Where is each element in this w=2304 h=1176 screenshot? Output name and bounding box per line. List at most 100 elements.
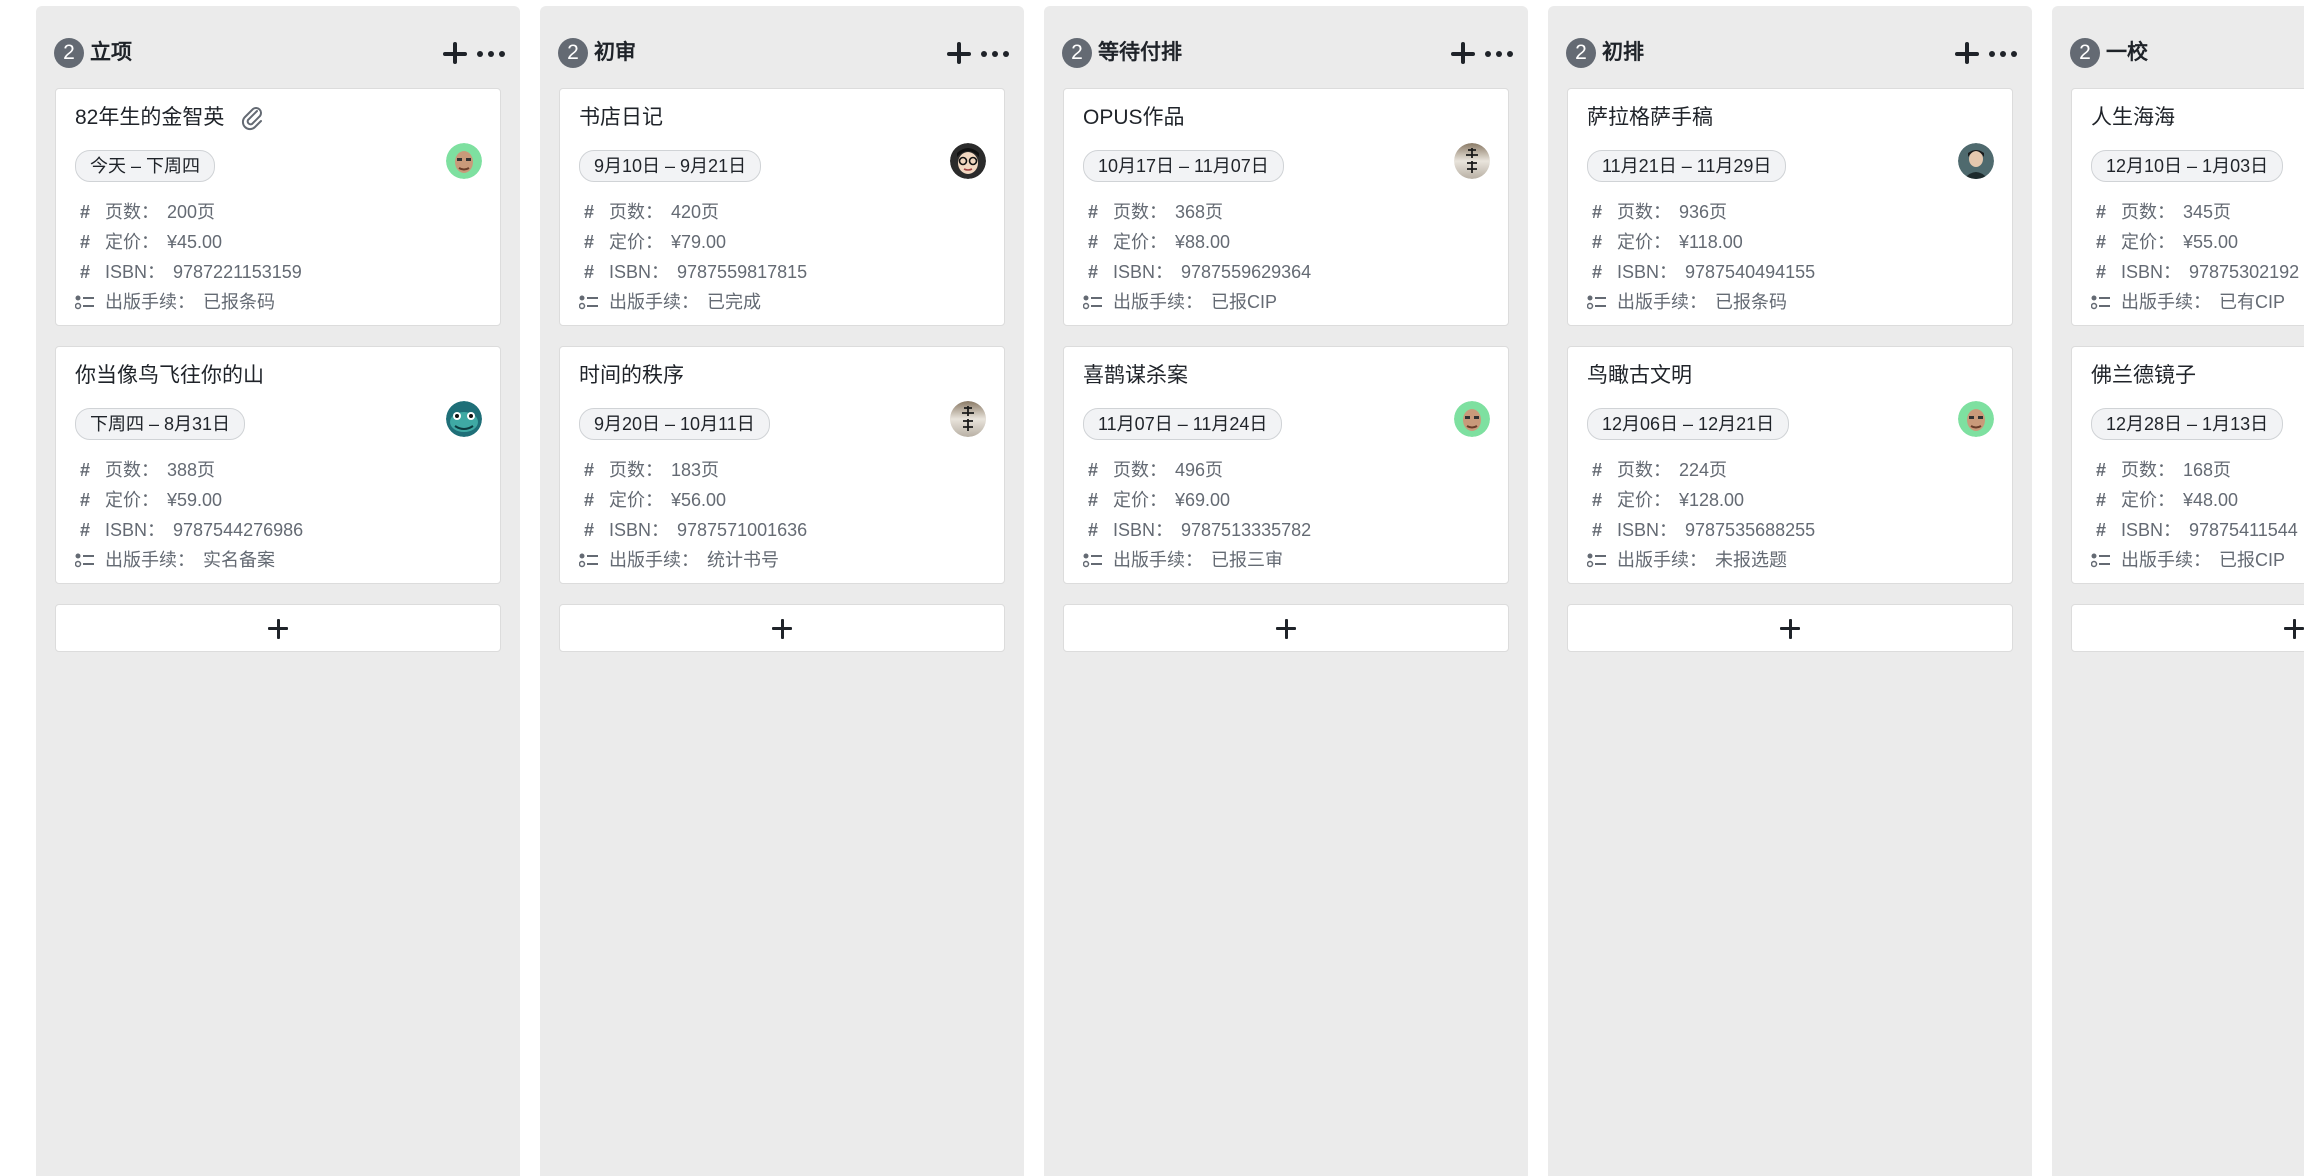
avatar[interactable] [446, 143, 482, 179]
add-card-icon[interactable] [944, 36, 974, 70]
book-card[interactable]: 佛兰德镜子 12月28日 – 1月13日 # 页数： 168页 # 定价： ¥48.00… [2071, 346, 2304, 584]
field-isbn: # ISBN： 9787513335782 [1083, 515, 1311, 545]
avatar[interactable] [1454, 401, 1490, 437]
avatar-teal-creature-icon [446, 401, 482, 437]
add-card-button[interactable] [1063, 604, 1509, 652]
field-pages: # 页数： 496页 [1083, 455, 1223, 485]
add-card-button[interactable] [1567, 604, 2013, 652]
field-value: 388页 [167, 460, 216, 480]
more-options-icon[interactable] [1988, 36, 2018, 70]
number-icon: # [2095, 490, 2106, 510]
more-options-icon[interactable] [980, 36, 1010, 70]
column-count-badge: 2 [54, 38, 84, 68]
book-card[interactable]: 人生海海 12月10日 – 1月03日 # 页数： 345页 # 定价： ¥55.00 … [2071, 88, 2304, 326]
field-value: ¥59.00 [167, 490, 223, 510]
number-icon: # [1087, 232, 1098, 252]
field-value: ¥88.00 [1175, 232, 1231, 252]
add-card-icon[interactable] [1448, 36, 1478, 70]
field-isbn: # ISBN： 97875302192 [2091, 257, 2299, 287]
field-value: 345页 [2183, 202, 2232, 222]
field-isbn: # ISBN： 9787540494155 [1587, 257, 1815, 287]
field-value: 9787559817815 [677, 262, 808, 282]
field-isbn: # ISBN： 9787559629364 [1083, 257, 1311, 287]
column-header: 2 初审 [558, 34, 1010, 70]
column-header: 2 初排 [1566, 34, 2018, 70]
column-lixiang: 2 立项 82年生的金智英 今天 – 下周四 # 页数： 200页 # 定价： … [36, 6, 520, 1176]
column-header: 2 等待付排 [1062, 34, 1514, 70]
date-range-pill: 12月10日 – 1月03日 [2091, 150, 2284, 182]
book-card[interactable]: 萨拉格萨手稿 11月21日 – 11月29日 # 页数： 936页 # 定价： ¥118… [1567, 88, 2013, 326]
avatar[interactable] [950, 143, 986, 179]
number-icon: # [2095, 202, 2106, 222]
field-status: 出版手续： 实名备案 [75, 545, 275, 575]
add-card-icon[interactable] [440, 36, 470, 70]
book-card[interactable]: 书店日记 9月10日 – 9月21日 # 页数： 420页 # 定价： ¥79.00 [559, 88, 1005, 326]
add-card-icon[interactable] [1952, 36, 1982, 70]
option-list-icon [1587, 295, 1606, 310]
field-price: # 定价： ¥59.00 [75, 485, 222, 515]
book-card[interactable]: 喜鹊谋杀案 11月07日 – 11月24日 # 页数： 496页 # 定价： ¥69.0… [1063, 346, 1509, 584]
option-list-icon [2091, 553, 2110, 568]
book-card[interactable]: OPUS作品 10月17日 – 11月07日 # 页数： 368页 # 定价： ¥88.… [1063, 88, 1509, 326]
add-card-button[interactable] [559, 604, 1005, 652]
more-options-icon[interactable] [1484, 36, 1514, 70]
field-isbn: # ISBN： 9787544276986 [75, 515, 303, 545]
card-title: 萨拉格萨手稿 [1587, 106, 1713, 129]
field-value: ¥45.00 [167, 232, 223, 252]
option-list-icon [75, 553, 94, 568]
field-value: 已有CIP [2219, 292, 2286, 312]
number-icon: # [583, 490, 594, 510]
field-value: 已报CIP [1211, 292, 1278, 312]
field-value: 936页 [1679, 202, 1728, 222]
column-title: 初排 [1602, 41, 1644, 64]
book-card[interactable]: 鸟瞰古文明 12月06日 – 12月21日 # 页数： 224页 # 定价： ¥128.… [1567, 346, 2013, 584]
field-value: 9787544276986 [173, 520, 304, 540]
field-status: 出版手续： 已有CIP [2091, 287, 2285, 317]
field-price: # 定价： ¥55.00 [2091, 227, 2238, 257]
number-icon: # [1087, 520, 1098, 540]
book-card[interactable]: 时间的秩序 9月20日 – 10月11日 # 页数： 183页 # 定价： ¥56.00… [559, 346, 1005, 584]
avatar[interactable] [1958, 401, 1994, 437]
number-icon: # [1591, 262, 1602, 282]
add-card-button[interactable] [2071, 604, 2304, 652]
column-dengdai-fupai: 2 等待付排 OPUS作品 10月17日 – 11月07日 # 页数： 368页 #… [1044, 6, 1528, 1176]
avatar-dark-glasses-icon [950, 143, 986, 179]
field-value: 183页 [671, 460, 720, 480]
column-title: 立项 [90, 41, 132, 64]
number-icon: # [79, 232, 90, 252]
field-status: 出版手续： 已报CIP [2091, 545, 2285, 575]
book-card[interactable]: 82年生的金智英 今天 – 下周四 # 页数： 200页 # 定价： ¥45.00 [55, 88, 501, 326]
avatar[interactable] [446, 401, 482, 437]
field-status: 出版手续： 已完成 [579, 287, 761, 317]
field-value: 9787559629364 [1181, 262, 1312, 282]
number-icon: # [1591, 202, 1602, 222]
option-list-icon [1083, 295, 1102, 310]
kanban-board: 2 立项 82年生的金智英 今天 – 下周四 # 页数： 200页 # 定价： … [0, 0, 2304, 1176]
field-price: # 定价： ¥48.00 [2091, 485, 2238, 515]
field-value: 97875411544 [2189, 520, 2298, 540]
number-icon: # [583, 460, 594, 480]
number-icon: # [2095, 460, 2106, 480]
field-status: 出版手续： 已报CIP [1083, 287, 1277, 317]
field-value: 已报三审 [1211, 550, 1283, 570]
more-options-icon[interactable] [476, 36, 506, 70]
column-title: 等待付排 [1098, 41, 1182, 64]
avatar[interactable] [1454, 143, 1490, 179]
field-value: ¥79.00 [671, 232, 727, 252]
avatar[interactable] [950, 401, 986, 437]
avatar[interactable] [1958, 143, 1994, 179]
card-title: 时间的秩序 [579, 364, 684, 387]
number-icon: # [583, 232, 594, 252]
option-list-icon [579, 553, 598, 568]
number-icon: # [2095, 232, 2106, 252]
number-icon: # [79, 262, 90, 282]
field-value: 已报条码 [1715, 292, 1787, 312]
field-pages: # 页数： 183页 [579, 455, 719, 485]
add-card-button[interactable] [55, 604, 501, 652]
book-card[interactable]: 你当像鸟飞往你的山 下周四 – 8月31日 # 页数： 388页 # 定价： ¥59.0… [55, 346, 501, 584]
card-title: 佛兰德镜子 [2091, 364, 2196, 387]
field-value: 9787540494155 [1685, 262, 1816, 282]
date-range-pill: 9月20日 – 10月11日 [579, 408, 770, 440]
number-icon: # [1087, 202, 1098, 222]
card-title: 鸟瞰古文明 [1587, 364, 1692, 387]
